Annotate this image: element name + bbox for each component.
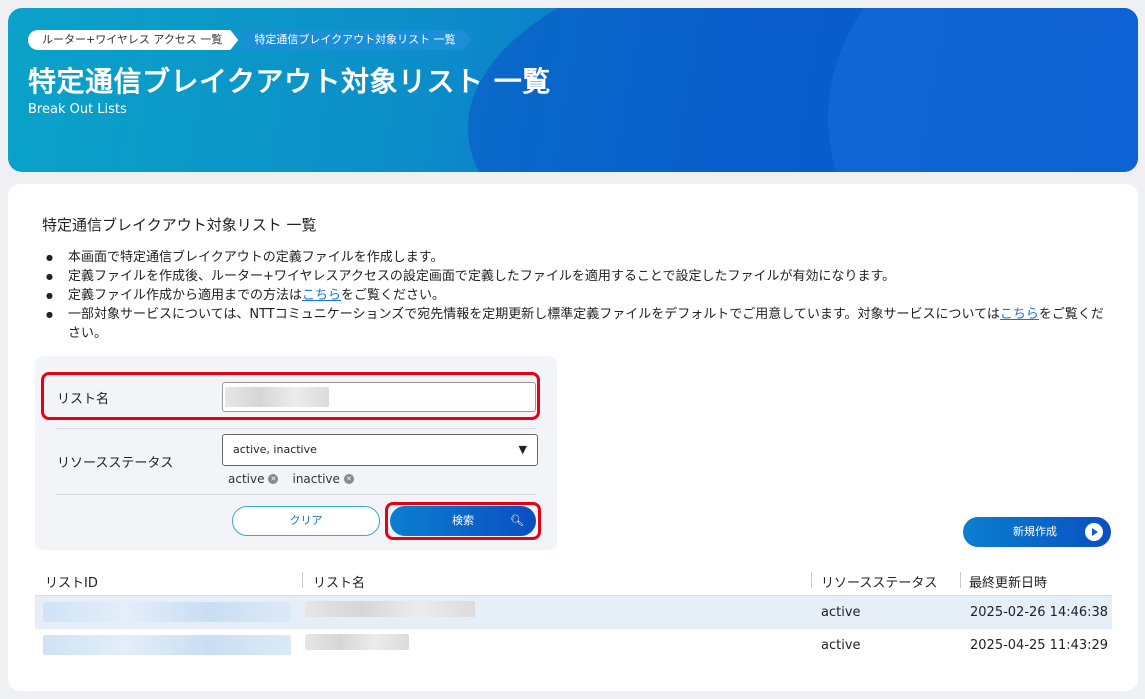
search-button-label: 検索 bbox=[452, 514, 474, 527]
remove-chip-icon[interactable]: ✕ bbox=[343, 474, 354, 484]
column-header-id[interactable]: リストID bbox=[45, 572, 98, 591]
redacted-link[interactable] bbox=[43, 602, 291, 622]
breadcrumb: ルーター+ワイヤレス アクセス 一覧 特定通信ブレイクアウト対象リスト 一覧 bbox=[28, 30, 472, 50]
note-item: 定義ファイル作成から適用までの方法はこちらをご覧ください。 bbox=[42, 286, 1112, 305]
chevron-down-icon: ▼ bbox=[518, 443, 527, 456]
notes-list: 本画面で特定通信ブレイクアウトの定義ファイルを作成します。 定義ファイルを作成後… bbox=[42, 248, 1112, 343]
chip-inactive: inactive ✕ bbox=[292, 472, 354, 486]
row-status: active bbox=[821, 638, 861, 653]
note-text: をご覧ください。 bbox=[341, 288, 446, 303]
note-item: 本画面で特定通信ブレイクアウトの定義ファイルを作成します。 bbox=[42, 248, 1112, 267]
create-new-label: 新規作成 bbox=[1013, 525, 1057, 538]
divider bbox=[55, 428, 537, 429]
redacted-link[interactable] bbox=[43, 635, 291, 655]
list-name-input[interactable] bbox=[222, 382, 536, 412]
column-divider bbox=[302, 572, 303, 588]
row-updated: 2025-04-25 11:43:29 bbox=[970, 638, 1109, 653]
clear-button[interactable]: クリア bbox=[232, 506, 380, 536]
arrow-right-icon bbox=[1085, 523, 1103, 541]
note-text: 本画面で特定通信ブレイクアウトの定義ファイルを作成します。 bbox=[68, 250, 444, 265]
search-icon: 🔍︎ bbox=[510, 514, 524, 527]
status-label: リソースステータス bbox=[57, 456, 174, 471]
redacted-text bbox=[305, 634, 409, 650]
chip-active: active ✕ bbox=[228, 472, 279, 486]
section-heading: 特定通信ブレイクアウト対象リスト 一覧 bbox=[42, 216, 317, 234]
header-decoration bbox=[828, 8, 1138, 172]
search-panel: リスト名 リソースステータス active, inactive ▼ active… bbox=[35, 356, 557, 550]
status-select[interactable]: active, inactive ▼ bbox=[222, 434, 538, 466]
note-item: 定義ファイルを作成後、ルーター+ワイヤレスアクセスの設定画面で定義したファイルを… bbox=[42, 267, 1112, 286]
search-button[interactable]: 検索 🔍︎ bbox=[390, 506, 536, 536]
column-header-name[interactable]: リスト名 bbox=[313, 572, 365, 591]
page-subtitle: Break Out Lists bbox=[28, 102, 127, 117]
main-card: 特定通信ブレイクアウト対象リスト 一覧 本画面で特定通信ブレイクアウトの定義ファ… bbox=[8, 184, 1138, 691]
redacted-text bbox=[225, 387, 329, 407]
column-divider bbox=[960, 572, 961, 588]
note-text: 定義ファイルを作成後、ルーター+ワイヤレスアクセスの設定画面で定義したファイルを… bbox=[68, 269, 896, 284]
column-header-status[interactable]: リソースステータス bbox=[821, 572, 937, 591]
results-table: リストID リスト名 リソースステータス 最終更新日時 active 2025-… bbox=[35, 564, 1112, 662]
breadcrumb-item-current: 特定通信ブレイクアウト対象リスト 一覧 bbox=[236, 30, 471, 50]
note-item: 一部対象サービスについては、NTTコミュニケーションズで宛先情報を定期更新し標準… bbox=[42, 305, 1112, 343]
chip-label: active bbox=[228, 472, 265, 486]
table-row[interactable]: active 2025-02-26 14:46:38 bbox=[35, 596, 1112, 629]
note-text: 定義ファイル作成から適用までの方法は bbox=[68, 288, 303, 303]
redacted-text bbox=[305, 601, 475, 617]
list-name-label: リスト名 bbox=[57, 392, 110, 407]
table-header: リストID リスト名 リソースステータス 最終更新日時 bbox=[35, 564, 1112, 596]
status-chips: active ✕ inactive ✕ bbox=[228, 472, 354, 486]
column-header-updated[interactable]: 最終更新日時 bbox=[969, 572, 1047, 591]
remove-chip-icon[interactable]: ✕ bbox=[268, 474, 279, 484]
breadcrumb-item-router[interactable]: ルーター+ワイヤレス アクセス 一覧 bbox=[28, 30, 238, 50]
page-header: ルーター+ワイヤレス アクセス 一覧 特定通信ブレイクアウト対象リスト 一覧 特… bbox=[8, 8, 1138, 172]
table-row[interactable]: active 2025-04-25 11:43:29 bbox=[35, 629, 1112, 662]
column-divider bbox=[811, 572, 812, 588]
page-title: 特定通信ブレイクアウト対象リスト 一覧 bbox=[28, 65, 551, 98]
note-text: 一部対象サービスについては、NTTコミュニケーションズで宛先情報を定期更新し標準… bbox=[68, 307, 1000, 322]
row-status: active bbox=[821, 605, 861, 620]
divider bbox=[55, 494, 537, 495]
create-new-button[interactable]: 新規作成 bbox=[963, 517, 1111, 547]
howto-link[interactable]: こちら bbox=[302, 288, 341, 303]
status-select-value: active, inactive bbox=[233, 443, 317, 456]
row-updated: 2025-02-26 14:46:38 bbox=[970, 605, 1109, 620]
chip-label: inactive bbox=[292, 472, 340, 486]
services-link[interactable]: こちら bbox=[1000, 307, 1039, 322]
